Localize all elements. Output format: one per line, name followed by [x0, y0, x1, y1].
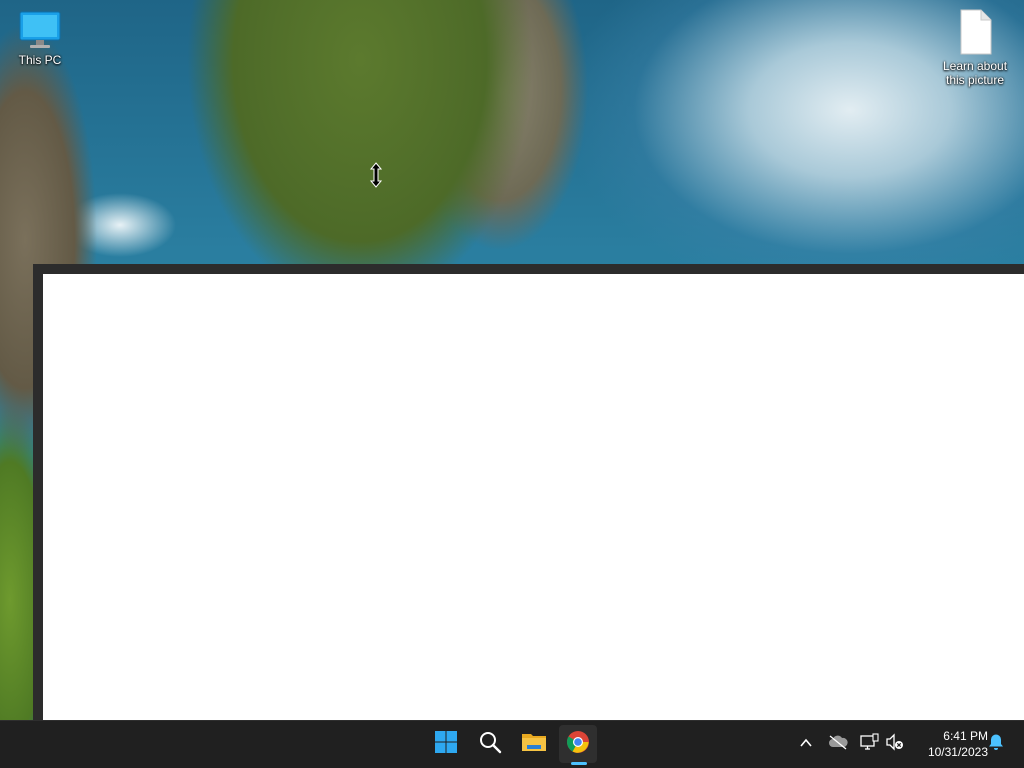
- active-app-indicator: [571, 762, 587, 765]
- clock[interactable]: 6:41 PM 10/31/2023: [912, 728, 988, 760]
- cloud-offline-icon: [828, 734, 848, 754]
- resize-vertical-cursor-icon: [369, 162, 383, 188]
- volume-muted-icon: [885, 733, 905, 755]
- folder-icon: [521, 730, 547, 758]
- monitor-icon: [18, 10, 62, 53]
- taskbar: 6:41 PM 10/31/2023: [0, 720, 1024, 768]
- desktop-icon-this-pc[interactable]: This PC: [0, 10, 80, 67]
- desktop-icon-learn-about-this-picture[interactable]: Learn about this picture: [935, 8, 1015, 87]
- desktop: This PC Learn about this picture: [0, 0, 1024, 720]
- document-icon: [955, 8, 995, 59]
- file-explorer-button[interactable]: [515, 725, 553, 763]
- window-content-area[interactable]: [43, 274, 1024, 720]
- network-icon: [859, 733, 879, 755]
- show-hidden-icons-button[interactable]: [796, 734, 816, 754]
- chrome-button[interactable]: [559, 725, 597, 763]
- desktop-icon-label: Learn about this picture: [942, 59, 1008, 87]
- chevron-up-icon: [799, 735, 813, 754]
- notifications-button[interactable]: [986, 734, 1006, 754]
- clock-time: 6:41 PM: [943, 729, 988, 743]
- search-icon: [478, 730, 502, 758]
- windows-logo-icon: [434, 730, 458, 758]
- start-button[interactable]: [427, 725, 465, 763]
- network-button[interactable]: [859, 733, 879, 755]
- chrome-icon: [566, 730, 590, 758]
- volume-button[interactable]: [885, 733, 905, 755]
- desktop-icon-label: This PC: [18, 53, 62, 67]
- bell-icon: [987, 733, 1005, 755]
- onedrive-button[interactable]: [828, 734, 848, 754]
- app-window[interactable]: [33, 264, 1024, 720]
- search-button[interactable]: [471, 725, 509, 763]
- clock-date: 10/31/2023: [927, 745, 988, 759]
